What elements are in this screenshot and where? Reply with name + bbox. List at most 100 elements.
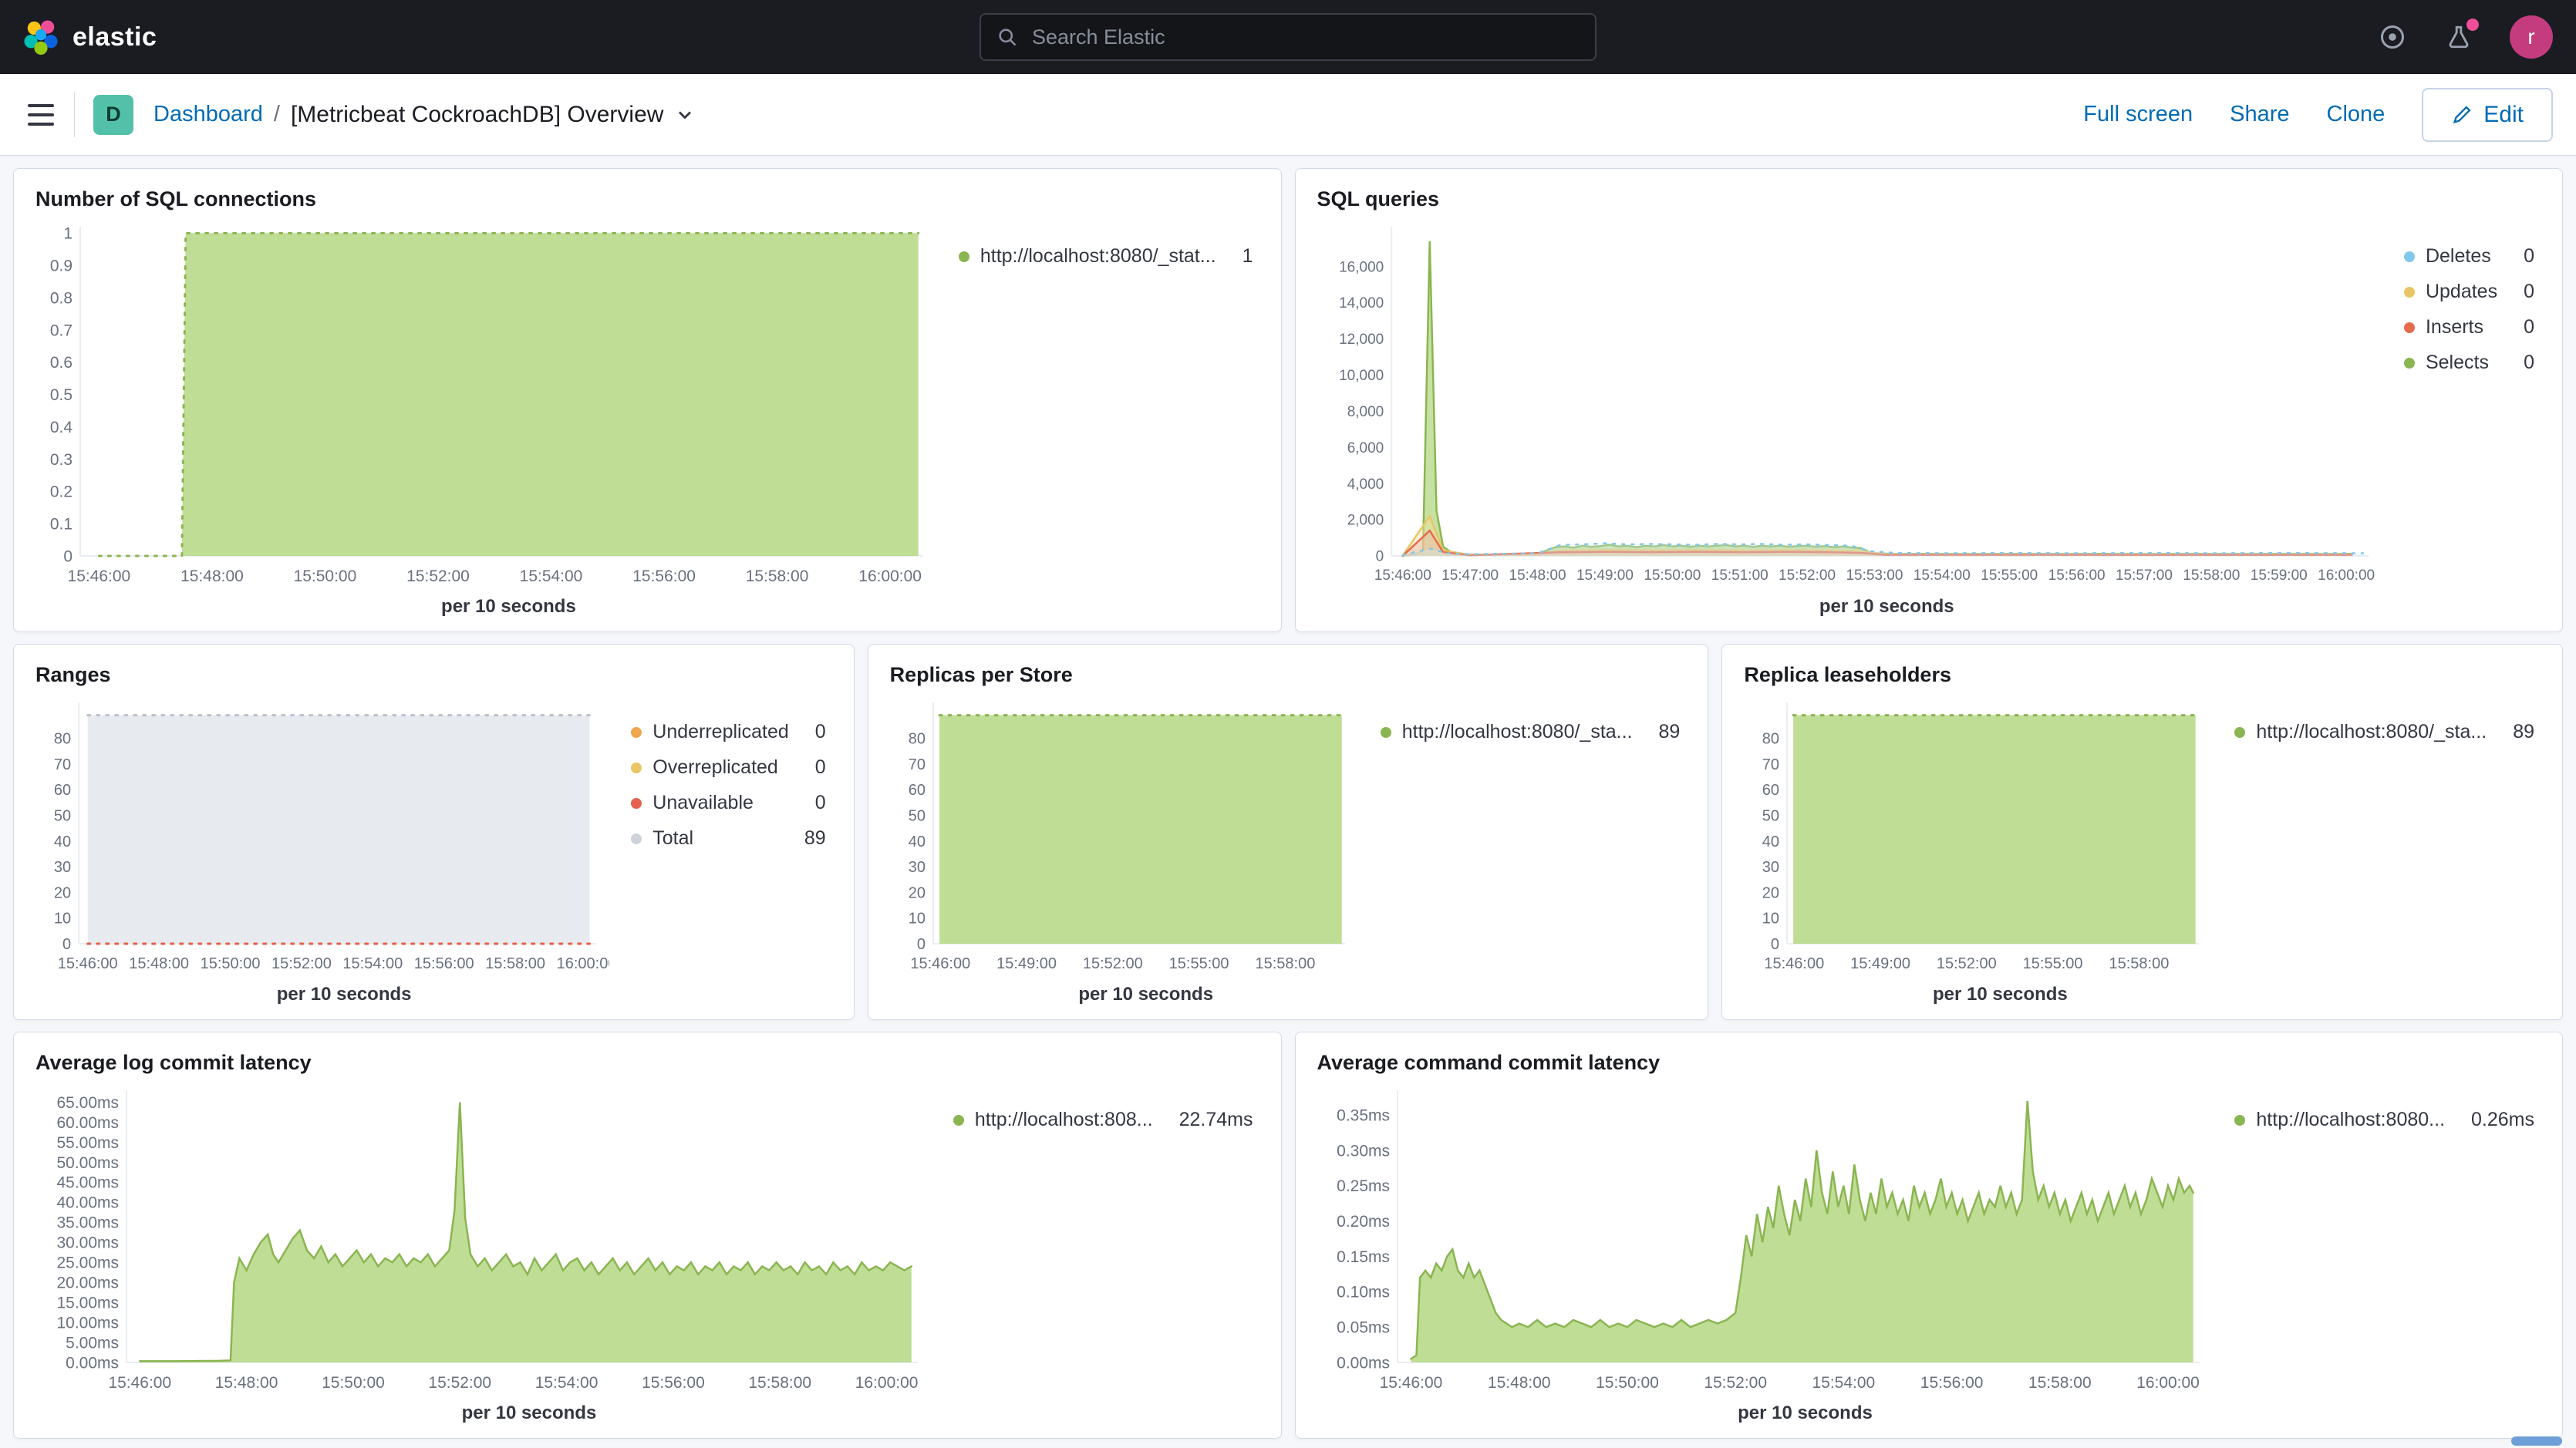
legend-item[interactable]: Unavailable0 <box>631 792 825 814</box>
svg-text:20: 20 <box>1762 884 1779 901</box>
legend-item[interactable]: Updates0 <box>2404 281 2534 303</box>
svg-text:45.00ms: 45.00ms <box>56 1174 119 1192</box>
replica-leaseholders-chart[interactable]: 0102030405060708015:46:0015:49:0015:52:0… <box>1744 692 2213 981</box>
legend-label: Underreplicated <box>652 721 789 743</box>
svg-text:40: 40 <box>1762 833 1779 850</box>
legend-item[interactable]: http://localhost:808...22.74ms <box>953 1109 1253 1131</box>
legend-swatch-icon <box>2404 287 2415 298</box>
notifications-icon[interactable] <box>2443 22 2474 52</box>
svg-text:40: 40 <box>54 833 71 850</box>
svg-text:2,000: 2,000 <box>1347 513 1384 529</box>
legend-item[interactable]: Underreplicated0 <box>631 721 825 743</box>
svg-text:0.2: 0.2 <box>50 483 72 501</box>
sql-connections-chart[interactable]: 00.10.20.30.40.50.60.70.80.9115:46:0015:… <box>35 216 937 593</box>
legend-swatch-icon <box>2404 322 2415 333</box>
panel-title[interactable]: Average command commit latency <box>1317 1051 2541 1075</box>
panel-row-1: Number of SQL connections 00.10.20.30.40… <box>13 168 2563 632</box>
menu-button[interactable] <box>23 97 59 133</box>
svg-text:0.6: 0.6 <box>50 354 72 372</box>
panel-title[interactable]: Replicas per Store <box>890 663 1687 687</box>
svg-text:15:47:00: 15:47:00 <box>1441 567 1499 584</box>
share-button[interactable]: Share <box>2230 102 2289 127</box>
svg-text:20: 20 <box>54 884 71 901</box>
x-axis-title: per 10 seconds <box>1317 593 2382 622</box>
legend-item[interactable]: http://localhost:8080/_sta...89 <box>2234 721 2534 743</box>
svg-text:15:54:00: 15:54:00 <box>535 1374 598 1392</box>
replicas-per-store-chart[interactable]: 0102030405060708015:46:0015:49:0015:52:0… <box>890 692 1359 981</box>
svg-text:16:00:00: 16:00:00 <box>2136 1374 2200 1392</box>
svg-text:20: 20 <box>908 884 925 901</box>
chart-legend: Underreplicated0Overreplicated0Unavailab… <box>609 692 831 1010</box>
global-search[interactable] <box>979 13 1597 61</box>
svg-text:15:58:00: 15:58:00 <box>2109 955 2170 972</box>
avg-command-commit-latency-chart[interactable]: 0.00ms0.05ms0.10ms0.15ms0.20ms0.25ms0.30… <box>1317 1079 2214 1399</box>
svg-text:35.00ms: 35.00ms <box>56 1214 119 1232</box>
legend-item[interactable]: Selects0 <box>2404 352 2534 374</box>
toolbar-divider <box>74 93 75 137</box>
svg-text:15:54:00: 15:54:00 <box>342 955 403 972</box>
svg-text:10.00ms: 10.00ms <box>56 1314 119 1332</box>
space-badge[interactable]: D <box>93 95 133 135</box>
svg-text:0.10ms: 0.10ms <box>1337 1284 1390 1302</box>
svg-text:6,000: 6,000 <box>1347 440 1384 456</box>
search-input[interactable] <box>1030 25 1580 50</box>
legend-item[interactable]: http://localhost:8080...0.26ms <box>2234 1109 2534 1131</box>
panel-avg-log-commit-latency: Average log commit latency 0.00ms5.00ms1… <box>13 1032 1282 1439</box>
elastic-home-link[interactable]: elastic <box>23 19 157 55</box>
legend-value: 89 <box>1659 721 1681 743</box>
svg-text:15:54:00: 15:54:00 <box>520 567 583 585</box>
svg-text:0: 0 <box>63 547 72 565</box>
guided-setup-icon[interactable] <box>2377 22 2408 52</box>
x-axis-title: per 10 seconds <box>35 1399 932 1429</box>
svg-text:15:48:00: 15:48:00 <box>215 1374 278 1392</box>
sql-queries-chart[interactable]: 02,0004,0006,0008,00010,00012,00014,0001… <box>1317 216 2382 593</box>
legend-item[interactable]: Overreplicated0 <box>631 756 825 779</box>
svg-text:15:48:00: 15:48:00 <box>180 567 244 585</box>
legend-item[interactable]: http://localhost:8080/_stat...1 <box>959 245 1253 268</box>
user-avatar[interactable]: r <box>2510 15 2553 59</box>
panel-title[interactable]: Replica leaseholders <box>1744 663 2541 687</box>
global-header: elastic r <box>0 0 2576 74</box>
legend-label: Total <box>652 827 693 850</box>
svg-text:40.00ms: 40.00ms <box>56 1194 119 1212</box>
breadcrumb-dashboard-link[interactable]: Dashboard <box>153 102 263 127</box>
panel-replicas-per-store: Replicas per Store 0102030405060708015:4… <box>868 644 1709 1020</box>
svg-text:50: 50 <box>1762 808 1779 825</box>
svg-text:0.8: 0.8 <box>50 289 72 307</box>
svg-text:50: 50 <box>908 808 925 825</box>
legend-item[interactable]: Deletes0 <box>2404 245 2534 268</box>
legend-value: 0.26ms <box>2471 1109 2534 1131</box>
avg-log-commit-latency-chart[interactable]: 0.00ms5.00ms10.00ms15.00ms20.00ms25.00ms… <box>35 1079 932 1399</box>
panel-title[interactable]: Average log commit latency <box>35 1051 1259 1075</box>
svg-text:15:56:00: 15:56:00 <box>1920 1374 1983 1392</box>
legend-item[interactable]: Inserts0 <box>2404 316 2534 338</box>
svg-text:15:46:00: 15:46:00 <box>1765 955 1825 972</box>
x-axis-title: per 10 seconds <box>35 593 937 622</box>
svg-text:15:49:00: 15:49:00 <box>996 955 1057 972</box>
svg-text:15:48:00: 15:48:00 <box>129 955 189 972</box>
svg-text:25.00ms: 25.00ms <box>56 1254 119 1272</box>
legend-item[interactable]: http://localhost:8080/_sta...89 <box>1381 721 1681 743</box>
full-screen-button[interactable]: Full screen <box>2083 102 2193 127</box>
svg-text:15:46:00: 15:46:00 <box>68 567 131 585</box>
edit-button[interactable]: Edit <box>2422 88 2553 142</box>
legend-swatch-icon <box>631 727 642 738</box>
svg-text:0: 0 <box>1771 936 1779 953</box>
svg-text:70: 70 <box>908 756 925 773</box>
svg-text:8,000: 8,000 <box>1347 404 1384 420</box>
legend-value: 0 <box>815 756 826 779</box>
legend-item[interactable]: Total89 <box>631 827 825 850</box>
horizontal-scrollbar-thumb[interactable] <box>2511 1436 2562 1446</box>
svg-text:14,000: 14,000 <box>1339 295 1384 311</box>
legend-label: http://localhost:808... <box>975 1109 1153 1131</box>
clone-button[interactable]: Clone <box>2327 102 2385 127</box>
panel-title[interactable]: SQL queries <box>1317 187 2541 211</box>
svg-text:16:00:00: 16:00:00 <box>2318 567 2375 584</box>
svg-text:55.00ms: 55.00ms <box>56 1134 119 1152</box>
panel-title[interactable]: Ranges <box>35 663 832 687</box>
title-menu-button[interactable] <box>674 104 696 126</box>
panel-replica-leaseholders: Replica leaseholders 0102030405060708015… <box>1721 644 2563 1020</box>
breadcrumb: Dashboard / [Metricbeat CockroachDB] Ove… <box>153 102 696 128</box>
panel-title[interactable]: Number of SQL connections <box>35 187 1259 211</box>
ranges-chart[interactable]: 0102030405060708015:46:0015:48:0015:50:0… <box>35 692 609 981</box>
